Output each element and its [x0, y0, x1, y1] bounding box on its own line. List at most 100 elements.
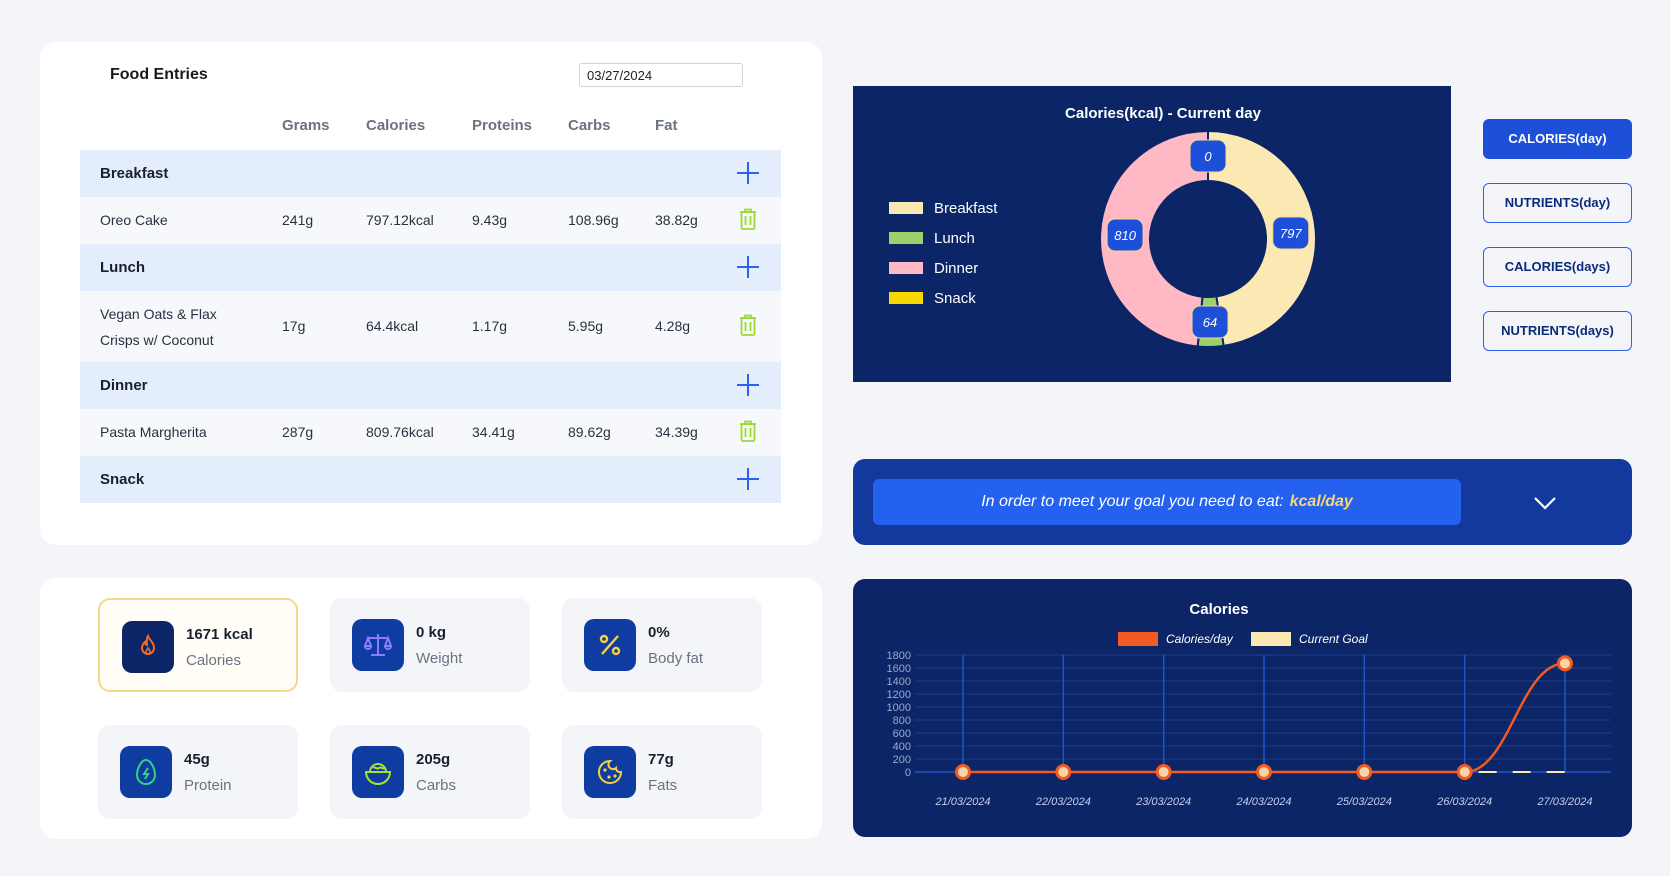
goal-text: In order to meet your goal you need to e…	[981, 493, 1284, 510]
stat-carbs[interactable]: 205g Carbs	[330, 725, 530, 819]
data-point[interactable]	[1356, 764, 1373, 780]
food-name: Vegan Oats & Flax Crisps w/ Coconut	[100, 306, 217, 348]
food-entries-title: Food Entries	[110, 66, 208, 83]
data-point[interactable]	[955, 764, 971, 780]
stat-value: 0 kg	[416, 624, 447, 641]
y-tick-label: 200	[893, 754, 911, 766]
food-entries-card: Food Entries Grams Calories Proteins Car…	[40, 42, 822, 545]
calories-days-button[interactable]: CALORIES(days)	[1483, 247, 1632, 287]
food-table: Breakfast Oreo Cake 241g 797.12kcal 9.43…	[80, 150, 781, 503]
meal-row-breakfast: Breakfast	[80, 150, 781, 197]
scale-icon	[352, 619, 404, 671]
add-breakfast-button[interactable]	[737, 162, 759, 184]
food-carbs: 108.96g	[568, 212, 619, 228]
y-tick-label: 0	[905, 767, 911, 779]
bowl-icon	[352, 746, 404, 798]
food-grams: 241g	[282, 212, 314, 228]
stat-value: 77g	[648, 751, 674, 768]
stat-label: Body fat	[648, 650, 704, 667]
column-header-grams: Grams	[282, 117, 330, 134]
calories-day-button[interactable]: CALORIES(day)	[1483, 119, 1632, 159]
food-calories: 809.76kcal	[366, 424, 434, 440]
svg-text:Current Goal: Current Goal	[1299, 632, 1368, 646]
stat-label: Fats	[648, 777, 678, 794]
chevron-down-icon[interactable]	[1531, 489, 1559, 517]
table-row: Oreo Cake 241g 797.12kcal 9.43g 108.96g …	[80, 197, 781, 244]
y-tick-label: 1400	[887, 676, 911, 688]
stat-label: Carbs	[416, 777, 457, 794]
calories-history-chart: Calories Calories/day Current Goal 0 200 400 6…	[853, 579, 1632, 837]
meal-label: Lunch	[100, 259, 145, 276]
stat-value: 1671 kcal	[186, 626, 253, 643]
x-tick-label: 25/03/2024	[1336, 796, 1392, 808]
stat-body-fat[interactable]: 0% Body fat	[562, 598, 762, 692]
column-header-calories: Calories	[366, 117, 426, 134]
meal-row-dinner: Dinner	[80, 362, 781, 409]
column-header-proteins: Proteins	[472, 117, 533, 134]
column-header-carbs: Carbs	[568, 117, 611, 134]
donut-chart: 797 64 810 0	[1099, 129, 1317, 348]
add-lunch-button[interactable]	[737, 256, 759, 278]
svg-text:64: 64	[1203, 315, 1217, 330]
food-calories: 797.12kcal	[366, 212, 434, 228]
trash-icon[interactable]	[739, 314, 757, 336]
food-carbs: 5.95g	[568, 318, 604, 334]
data-point[interactable]	[1557, 655, 1573, 672]
add-snack-button[interactable]	[737, 468, 759, 490]
date-input[interactable]	[579, 63, 743, 87]
donut-data-label: 0	[1189, 139, 1227, 173]
goal-banner: In order to meet your goal you need to e…	[853, 459, 1632, 545]
trash-icon[interactable]	[739, 420, 757, 442]
meal-label: Dinner	[100, 377, 148, 394]
data-point[interactable]	[1055, 764, 1072, 780]
stat-label: Protein	[184, 777, 232, 794]
svg-text:0: 0	[1204, 149, 1212, 164]
y-tick-label: 1200	[887, 689, 911, 701]
meal-row-lunch: Lunch	[80, 244, 781, 291]
food-proteins: 9.43g	[472, 212, 508, 228]
food-fat: 4.28g	[655, 318, 691, 334]
meal-label: Snack	[100, 471, 145, 488]
table-row: Vegan Oats & Flax Crisps w/ Coconut 17g …	[80, 291, 781, 362]
stat-protein[interactable]: 45g Protein	[98, 725, 298, 819]
table-row: Pasta Margherita 287g 809.76kcal 34.41g …	[80, 409, 781, 456]
goal-unit: kcal/day	[1289, 493, 1353, 510]
cookie-icon	[584, 746, 636, 798]
legend-item-current-goal[interactable]: Current Goal	[1251, 632, 1368, 646]
trash-icon[interactable]	[739, 208, 757, 230]
add-dinner-button[interactable]	[737, 374, 759, 396]
column-header-fat: Fat	[655, 117, 678, 134]
meal-row-snack: Snack	[80, 456, 781, 503]
calories-day-chart: Calories(kcal) - Current day Breakfast L…	[853, 86, 1451, 382]
x-tick-label: 26/03/2024	[1436, 796, 1492, 808]
y-tick-label: 1000	[887, 702, 911, 714]
data-point[interactable]	[1256, 764, 1272, 780]
food-name: Oreo Cake	[100, 212, 168, 228]
food-grams: 287g	[282, 424, 314, 440]
stat-label: Weight	[416, 650, 463, 667]
nutrients-days-button[interactable]: NUTRIENTS(days)	[1483, 311, 1632, 351]
svg-text:810: 810	[1114, 228, 1136, 243]
food-calories: 64.4kcal	[366, 318, 419, 334]
stat-fats[interactable]: 77g Fats	[562, 725, 762, 819]
y-tick-label: 600	[893, 728, 911, 740]
food-fat: 34.39g	[655, 424, 698, 440]
donut-data-label: 797	[1272, 216, 1310, 250]
nutrients-day-button[interactable]: NUTRIENTS(day)	[1483, 183, 1632, 223]
x-tick-label: 23/03/2024	[1135, 796, 1191, 808]
food-grams: 17g	[282, 318, 306, 334]
donut-data-label: 64	[1191, 305, 1229, 339]
data-point[interactable]	[1155, 764, 1172, 780]
line-chart: Calories Calories/day Current Goal 02004006…	[887, 601, 1611, 808]
data-point[interactable]	[1456, 764, 1473, 780]
y-tick-label: 800	[893, 715, 911, 727]
stat-value: 205g	[416, 751, 451, 768]
y-tick-label: 1800	[887, 650, 911, 662]
stat-label: Calories	[186, 652, 242, 669]
stat-weight[interactable]: 0 kg Weight	[330, 598, 530, 692]
stat-calories[interactable]: 1671 kcal Calories	[98, 598, 298, 692]
legend-item-calories-day[interactable]: Calories/day	[1118, 632, 1234, 646]
y-tick-label: 400	[893, 741, 911, 753]
stat-value: 0%	[648, 624, 670, 641]
meal-label: Breakfast	[100, 165, 169, 182]
